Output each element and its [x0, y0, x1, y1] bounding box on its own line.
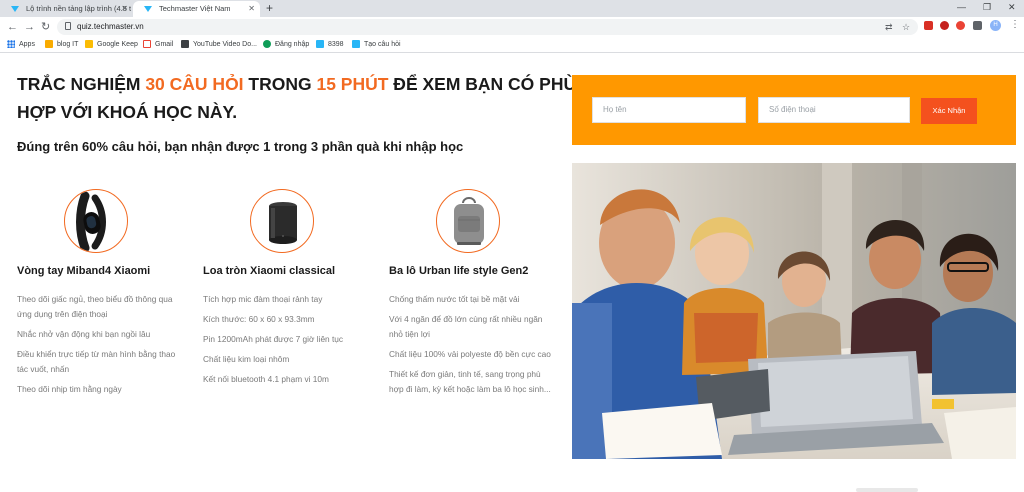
prize-feature: Theo dõi giấc ngủ, theo biểu đồ thông qu… [17, 294, 173, 319]
maximize-icon[interactable]: ❐ [983, 0, 991, 15]
tab-title: Techmaster Việt Nam [159, 4, 231, 13]
prize-feature: Kết nối bluetooth 4.1 phạm vi 10m [203, 374, 329, 384]
prize-feature: Chống thấm nước tốt tại bề mặt vải [389, 294, 520, 304]
page-subheading: Đúng trên 60% câu hỏi, bạn nhận được 1 t… [17, 139, 464, 154]
prize-feature: Với 4 ngăn để đồ lớn cùng rất nhiều ngăn… [389, 314, 543, 339]
fitness-band-image [64, 189, 128, 253]
page-content: Trắc nghiệm 30 câu hỏi trong 15 phút để … [0, 54, 1024, 492]
browser-menu-icon[interactable]: ⋮ [1010, 19, 1020, 30]
techmaster-favicon-icon [144, 6, 152, 12]
close-tab-icon[interactable]: ✕ [121, 1, 128, 17]
headline-accent: 15 phút [316, 74, 389, 94]
speaker-image [250, 189, 314, 253]
bookmark-star-icon[interactable]: ☆ [902, 20, 910, 34]
browser-tab[interactable]: Lộ trình nền tảng lập trình (4.5 t ✕ [0, 1, 133, 17]
bookmark-item[interactable]: YouTube Video Do... [181, 37, 257, 52]
prize-title: Loa tròn Xiaomi classical [203, 265, 336, 277]
apps-grid-icon [7, 40, 15, 48]
back-icon[interactable]: ← [7, 20, 18, 34]
keep-icon [85, 40, 93, 48]
translate-icon[interactable]: ⇄ [885, 20, 893, 34]
reload-icon[interactable]: ↻ [41, 20, 50, 34]
techmaster-icon [352, 40, 360, 48]
minimize-icon[interactable]: — [957, 0, 966, 15]
prize-feature-list: Tích hợp mic đàm thoại rảnh tay Kích thư… [203, 292, 368, 392]
name-input[interactable]: Họ tên [592, 97, 746, 123]
page-headline: Trắc nghiệm 30 câu hỏi trong 15 phút để … [17, 74, 577, 122]
url-text[interactable]: quiz.techmaster.vn [77, 19, 144, 35]
prize-title: Vòng tay Miband4 Xiaomi [17, 265, 151, 277]
prize-feature: Chất liệu kim loại nhôm [203, 354, 290, 364]
new-tab-icon[interactable]: + [266, 0, 273, 17]
prize-feature: Tích hợp mic đàm thoại rảnh tay [203, 294, 323, 304]
bookmark-item[interactable]: Tạo câu hỏi [352, 37, 401, 52]
prize-feature-list: Chống thấm nước tốt tại bề mặt vải Với 4… [389, 292, 554, 402]
submit-button[interactable]: Xác Nhận [921, 98, 977, 124]
prize-feature: Thiết kế đơn giản, tinh tế, sang trọng p… [389, 369, 551, 394]
extension-icon[interactable] [956, 21, 965, 30]
gmail-icon [143, 40, 151, 48]
forward-icon[interactable]: → [24, 20, 35, 34]
address-bar-row: ← → ↻ quiz.techmaster.vn ⇄ ☆ H ⋮ [0, 17, 1024, 37]
close-tab-icon[interactable]: ✕ [248, 1, 255, 17]
tab-title: Lộ trình nền tảng lập trình (4.5 t [26, 4, 132, 13]
bookmark-item[interactable]: Google Keep [85, 37, 138, 52]
prize-feature: Theo dõi nhịp tim hằng ngày [17, 384, 122, 394]
window-close-icon[interactable]: ✕ [1008, 0, 1016, 15]
bookmark-item[interactable]: blog IT [45, 37, 78, 52]
students-photo [572, 163, 1016, 459]
prize-feature: Pin 1200mAh phát được 7 giờ liên tục [203, 334, 344, 344]
extensions-puzzle-icon[interactable] [973, 21, 982, 30]
profile-avatar[interactable]: H [990, 20, 1001, 31]
prize-feature: Kích thước: 60 x 60 x 93.3mm [203, 314, 315, 324]
backpack-image [436, 189, 500, 253]
headline-accent: 30 câu hỏi [145, 74, 244, 94]
page-scroll-indicator[interactable] [856, 488, 918, 492]
lock-icon [65, 22, 71, 30]
techmaster-favicon-icon [11, 6, 19, 12]
bookmark-item[interactable]: Đăng nhập [263, 37, 309, 52]
extension-icon[interactable] [924, 21, 933, 30]
browser-tab-strip: Lộ trình nền tảng lập trình (4.5 t ✕ Tec… [0, 0, 1024, 17]
omnibox[interactable]: quiz.techmaster.vn ⇄ ☆ [57, 19, 918, 35]
browser-tab-active[interactable]: Techmaster Việt Nam ✕ [133, 1, 260, 17]
prize-feature: Nhắc nhở vận động khi bạn ngồi lâu [17, 329, 151, 339]
extension-icon[interactable] [940, 21, 949, 30]
prize-feature: Điều khiển trực tiếp từ màn hình bằng th… [17, 349, 176, 374]
bookmarks-bar: Apps blog IT Google Keep Gmail YouTube V… [0, 37, 1024, 53]
folder-icon [45, 40, 53, 48]
play-icon [181, 40, 189, 48]
phone-input[interactable]: Số điện thoại [758, 97, 910, 123]
prize-title: Ba lô Urban life style Gen2 [389, 265, 529, 277]
shield-icon [263, 40, 271, 48]
prize-feature: Chất liệu 100% vải polyeste độ bền cực c… [389, 349, 551, 359]
bookmark-item[interactable]: 8398 [316, 37, 344, 52]
prize-feature-list: Theo dõi giấc ngủ, theo biểu đồ thông qu… [17, 292, 182, 402]
bookmark-item[interactable]: Apps [7, 37, 35, 52]
registration-form: Họ tên Số điện thoại Xác Nhận [572, 75, 1016, 145]
bookmark-item[interactable]: Gmail [143, 37, 173, 52]
techmaster-icon [316, 40, 324, 48]
